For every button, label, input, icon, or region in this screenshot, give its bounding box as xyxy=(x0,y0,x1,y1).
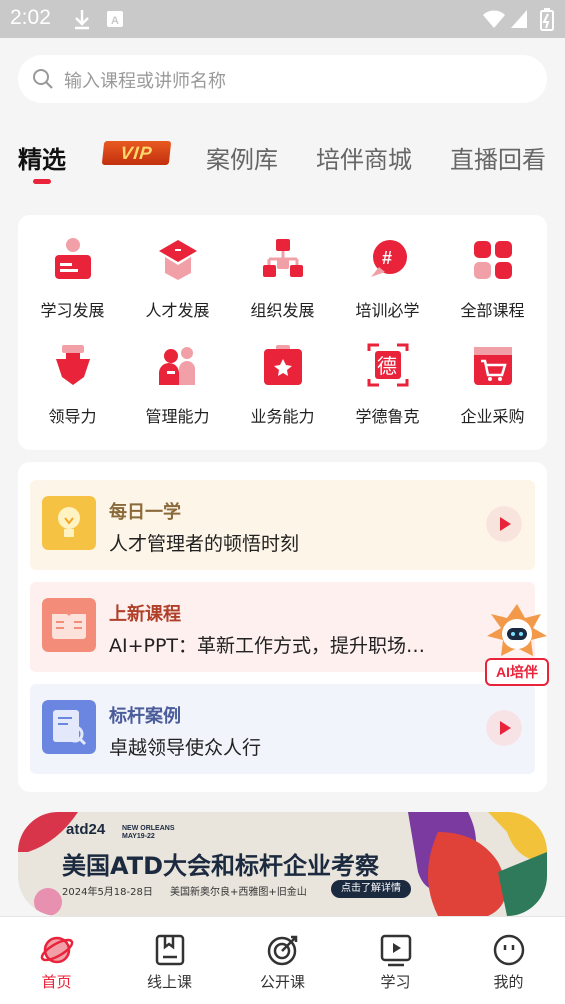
tab-featured[interactable]: 精选 xyxy=(18,140,66,175)
tab-case-library[interactable]: 案例库 xyxy=(206,140,278,175)
grid-squares-icon xyxy=(474,241,512,279)
category-drucker[interactable]: 德 学德鲁克 xyxy=(335,323,440,426)
feed-title: 上新课程 xyxy=(109,604,181,625)
app-notification-icon: A xyxy=(107,11,123,27)
ai-assistant-label: AI培伴 xyxy=(485,658,549,686)
shopping-cart-icon xyxy=(474,347,512,385)
play-icon[interactable] xyxy=(486,506,522,542)
download-icon xyxy=(75,10,89,30)
feed-item-benchmark-case[interactable]: 标杆案例 卓越领导使众人行 xyxy=(30,684,535,774)
category-org-development[interactable]: 组织发展 xyxy=(230,217,335,320)
target-icon xyxy=(267,935,298,966)
open-book-icon xyxy=(42,598,96,652)
face-icon xyxy=(493,934,525,966)
daily-content-card: 每日一学 人才管理者的顿悟时刻 上新课程 AI+PPT：革新工作方式，提升职场…… xyxy=(18,462,547,792)
category-leadership[interactable]: 领导力 xyxy=(20,323,125,426)
banner-places: 美国新奥尔良+西雅图+旧金山 xyxy=(170,887,307,898)
category-all-courses[interactable]: 全部课程 xyxy=(440,217,545,320)
feed-title: 标杆案例 xyxy=(109,706,181,727)
nav-study[interactable]: 学习 xyxy=(339,917,452,1004)
nav-mine[interactable]: 我的 xyxy=(452,917,565,1004)
search-placeholder: 输入课程或讲师名称 xyxy=(64,71,226,92)
feed-item-new-course[interactable]: 上新课程 AI+PPT：革新工作方式，提升职场… xyxy=(30,582,535,672)
learning-development-icon xyxy=(55,238,91,279)
svg-text:#: # xyxy=(382,248,392,268)
battery-icon xyxy=(540,8,554,31)
graduation-cap-icon xyxy=(159,240,197,280)
de-character-icon: 德 xyxy=(367,343,409,387)
document-search-icon xyxy=(42,700,96,754)
category-training-essentials[interactable]: # 培训必学 xyxy=(335,217,440,320)
nav-home[interactable]: 首页 xyxy=(0,917,113,1004)
feed-subtitle: 人才管理者的顿悟时刻 xyxy=(109,533,300,555)
banner-date: 2024年5月18-28日 xyxy=(62,887,153,898)
banner-headline: 美国ATD大会和标杆企业考察 xyxy=(62,852,380,880)
active-tab-indicator xyxy=(33,179,51,184)
leadership-icon xyxy=(56,345,90,385)
lightbulb-icon xyxy=(42,496,96,550)
category-learning-development[interactable]: 学习发展 xyxy=(20,217,125,320)
search-icon xyxy=(33,69,53,89)
nav-online-courses[interactable]: 线上课 xyxy=(113,917,226,1004)
feed-item-daily-learning[interactable]: 每日一学 人才管理者的顿悟时刻 xyxy=(30,480,535,570)
hashtag-chat-icon: # xyxy=(371,240,407,277)
feed-subtitle: AI+PPT：革新工作方式，提升职场… xyxy=(109,635,426,657)
status-time: 2:02 xyxy=(10,6,51,29)
category-enterprise-purchase[interactable]: 企业采购 xyxy=(440,323,545,426)
robot-mascot-icon xyxy=(487,604,547,656)
wifi-icon xyxy=(483,10,505,28)
svg-text:A: A xyxy=(111,15,119,27)
feed-subtitle: 卓越领导使众人行 xyxy=(109,737,262,759)
management-people-icon xyxy=(159,347,195,385)
search-bar[interactable]: 输入课程或讲师名称 xyxy=(18,55,547,103)
tab-live-replay[interactable]: 直播回看 xyxy=(450,140,546,175)
bottom-navigation: 首页 线上课 公开课 学习 我的 xyxy=(0,916,565,1004)
signal-icon xyxy=(511,10,527,28)
svg-text:德: 德 xyxy=(377,354,397,378)
tab-mall[interactable]: 培伴商城 xyxy=(316,140,412,175)
business-clipboard-icon xyxy=(264,345,302,385)
category-business[interactable]: 业务能力 xyxy=(230,323,335,426)
promo-banner[interactable]: atd24 NEW ORLEANS MAY19-22 美国ATD大会和标杆企业考… xyxy=(18,812,547,916)
category-management[interactable]: 管理能力 xyxy=(125,323,230,426)
banner-logo: atd24 xyxy=(66,821,106,838)
nav-public-courses[interactable]: 公开课 xyxy=(226,917,339,1004)
feed-title: 每日一学 xyxy=(109,502,181,523)
category-grid: 学习发展 人才发展 组织发展 # 培训必学 全部课程 领导力 管理能力 业务能力… xyxy=(18,215,547,450)
bookmark-book-icon xyxy=(155,934,185,966)
tab-vip[interactable]: VIP xyxy=(101,141,172,165)
banner-cta-button[interactable]: 点击了解详情 xyxy=(331,880,411,898)
ai-assistant-button[interactable]: AI培伴 xyxy=(482,602,552,688)
org-chart-icon xyxy=(263,239,303,277)
category-tabs: 精选 VIP 案例库 培伴商城 直播回看 xyxy=(0,135,565,185)
category-talent-development[interactable]: 人才发展 xyxy=(125,217,230,320)
play-icon[interactable] xyxy=(486,710,522,746)
video-play-icon xyxy=(380,934,412,967)
status-bar: 2:02 A xyxy=(0,0,565,38)
planet-home-icon xyxy=(40,936,74,964)
banner-location: NEW ORLEANS MAY19-22 xyxy=(122,825,175,840)
